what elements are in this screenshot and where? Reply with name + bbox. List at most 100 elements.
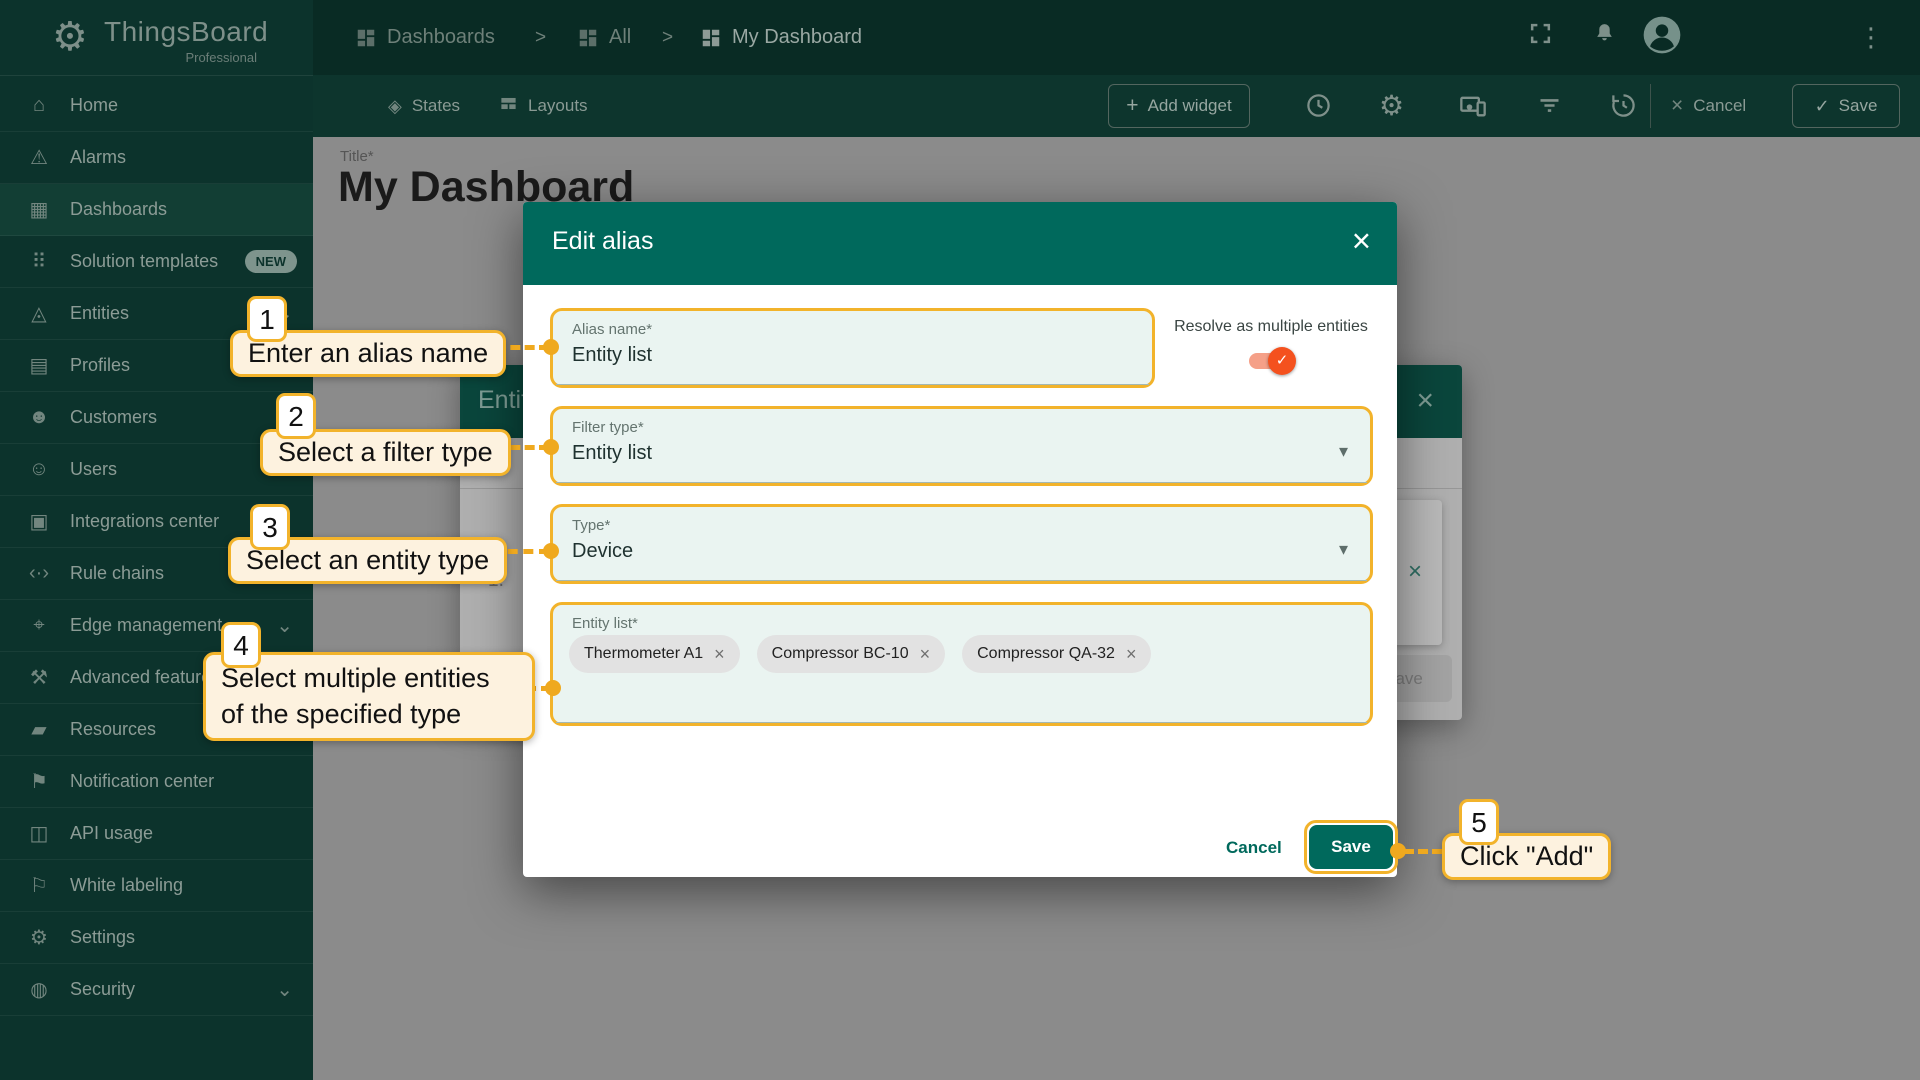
remove-chip-icon[interactable]: × <box>714 644 725 665</box>
chevron-down-icon: ⌄ <box>276 985 293 995</box>
dropdown-caret-icon: ▾ <box>1339 539 1348 560</box>
sidebar-item-label: API usage <box>70 823 153 844</box>
entities-icon: ◬ <box>24 301 54 326</box>
save-dashboard-button[interactable]: ✓ Save <box>1792 84 1900 128</box>
thingsboard-app: ⚙ ThingsBoard Professional ⌂Home⚠Alarms▦… <box>0 0 1920 1080</box>
cancel-dashboard-button[interactable]: × Cancel <box>1671 75 1746 137</box>
sidebar-item-home[interactable]: ⌂Home <box>0 80 313 132</box>
filter-type-select[interactable]: Filter type* Entity list ▾ <box>550 406 1373 486</box>
sidebar-item-edge-management[interactable]: ⌖Edge management⌄ <box>0 600 313 652</box>
breadcrumb-label: Dashboards <box>387 26 495 49</box>
edge-icon: ⌖ <box>24 614 54 637</box>
breadcrumb-my-dashboard[interactable]: My Dashboard <box>700 0 862 75</box>
states-button[interactable]: ◈ States <box>388 75 460 137</box>
alias-name-field[interactable]: Alias name* Entity list <box>550 308 1155 388</box>
resolve-multiple-block: Resolve as multiple entities ✓ <box>1165 318 1377 370</box>
states-icon: ◈ <box>388 96 402 117</box>
brand[interactable]: ⚙ ThingsBoard Professional <box>0 0 313 76</box>
dashboard-settings-gear-icon[interactable]: ⚙ <box>1379 89 1404 122</box>
customers-icon: ☻ <box>24 406 54 429</box>
cancel-button[interactable]: Cancel <box>1226 838 1282 858</box>
annotation-badge-4: 4 <box>221 622 261 668</box>
sidebar-item-label: Integrations center <box>70 511 219 532</box>
sidebar-item-solution-templates[interactable]: ⠿Solution templatesNEW <box>0 236 313 288</box>
sidebar-item-dashboards[interactable]: ▦Dashboards <box>0 184 313 236</box>
sidebar-item-settings[interactable]: ⚙Settings <box>0 912 313 964</box>
sidebar-item-label: Customers <box>70 407 157 428</box>
kebab-menu-icon[interactable]: ⋮ <box>1858 22 1884 53</box>
breadcrumb-separator: > <box>662 27 673 49</box>
close-icon[interactable]: × <box>1416 384 1434 418</box>
toolbar-divider <box>1650 84 1651 128</box>
remove-chip-icon[interactable]: × <box>1126 644 1137 665</box>
connector-1-dot <box>543 339 559 355</box>
alarms-icon: ⚠ <box>24 145 54 170</box>
dropdown-caret-icon: ▾ <box>1339 441 1348 462</box>
white-labeling-icon: ⚐ <box>24 873 54 898</box>
time-window-icon[interactable] <box>1305 92 1332 124</box>
entity-chip[interactable]: Compressor QA-32 × <box>962 635 1151 673</box>
entity-type-value: Device <box>572 540 633 563</box>
sidebar-item-label: Settings <box>70 927 135 948</box>
entity-type-select[interactable]: Type* Device ▾ <box>550 504 1373 584</box>
close-icon[interactable]: × <box>1352 222 1371 260</box>
connector-5 <box>1404 849 1442 854</box>
security-icon: ◍ <box>24 977 54 1002</box>
sidebar-item-white-labeling[interactable]: ⚐ White labeling <box>0 860 313 912</box>
save-button-highlight: Save <box>1304 820 1398 874</box>
breadcrumb-label: All <box>609 26 631 49</box>
brand-subtitle: Professional <box>185 50 257 65</box>
connector-5-dot <box>1390 843 1406 859</box>
notifications-bell-icon[interactable] <box>1592 21 1617 51</box>
entity-chip[interactable]: Thermometer A1 × <box>569 635 740 673</box>
add-widget-button[interactable]: + Add widget <box>1108 84 1250 128</box>
entity-aliases-icon[interactable] <box>1459 92 1487 125</box>
sidebar-item-label: Users <box>70 459 117 480</box>
dashboard-icon <box>355 27 377 49</box>
resolve-multiple-toggle[interactable]: ✓ <box>1249 352 1293 370</box>
remove-alias-icon[interactable]: × <box>1408 558 1422 586</box>
sidebar-item-label: Edge management <box>70 615 222 636</box>
sidebar-item-label: Resources <box>70 719 156 740</box>
api-usage-icon: ◫ <box>24 821 54 846</box>
alias-name-label: Alias name* <box>572 321 652 338</box>
breadcrumb-label: My Dashboard <box>732 26 862 49</box>
layouts-button[interactable]: Layouts <box>499 75 588 137</box>
thingsboard-logo-icon: ⚙ <box>52 14 88 60</box>
sidebar-item-security[interactable]: ◍Security⌄ <box>0 964 313 1016</box>
dashboard-toolbar: ◈ States Layouts + Add widget ⚙ × <box>313 75 1920 137</box>
top-bar: Dashboards > All > My Dashboard John Doe… <box>313 0 1920 75</box>
breadcrumb-all[interactable]: All <box>577 0 631 75</box>
entity-chips: Thermometer A1 × Compressor BC-10 × Comp… <box>569 635 1360 673</box>
check-icon: ✓ <box>1815 96 1830 117</box>
breadcrumb-separator: > <box>535 27 546 49</box>
annotation-badge-1: 1 <box>247 296 287 342</box>
close-icon: × <box>1671 94 1683 118</box>
alias-name-value: Entity list <box>572 344 652 367</box>
filters-icon[interactable] <box>1536 92 1563 124</box>
modal-header: Edit alias × <box>523 202 1397 285</box>
filter-type-value: Entity list <box>572 442 652 465</box>
sidebar-item-label: Advanced features <box>70 667 220 688</box>
sidebar-item-api-usage[interactable]: ◫ API usage <box>0 808 313 860</box>
dashboard-icon <box>577 27 599 49</box>
solution-templates-icon: ⠿ <box>24 249 54 274</box>
fullscreen-icon[interactable] <box>1528 21 1553 51</box>
brand-name: ThingsBoard <box>104 16 268 48</box>
advanced-features-icon: ⚒ <box>24 665 54 690</box>
breadcrumb-dashboards[interactable]: Dashboards <box>355 0 495 75</box>
notification-icon: ⚑ <box>24 769 54 794</box>
remove-chip-icon[interactable]: × <box>920 644 931 665</box>
save-button[interactable]: Save <box>1309 825 1393 869</box>
avatar[interactable] <box>1640 13 1684 62</box>
sidebar-item-label: Rule chains <box>70 563 164 584</box>
plus-icon: + <box>1126 94 1138 118</box>
resolve-multiple-label: Resolve as multiple entities <box>1165 318 1377 336</box>
filter-type-label: Filter type* <box>572 419 644 436</box>
sidebar-item-alarms[interactable]: ⚠Alarms <box>0 132 313 184</box>
entity-list-field[interactable]: Entity list* Thermometer A1 × Compressor… <box>550 602 1373 726</box>
entity-chip[interactable]: Compressor BC-10 × <box>757 635 945 673</box>
sidebar-item-label: White labeling <box>70 875 183 896</box>
sidebar-item-notification-center[interactable]: ⚑Notification center <box>0 756 313 808</box>
version-history-icon[interactable] <box>1610 92 1637 124</box>
